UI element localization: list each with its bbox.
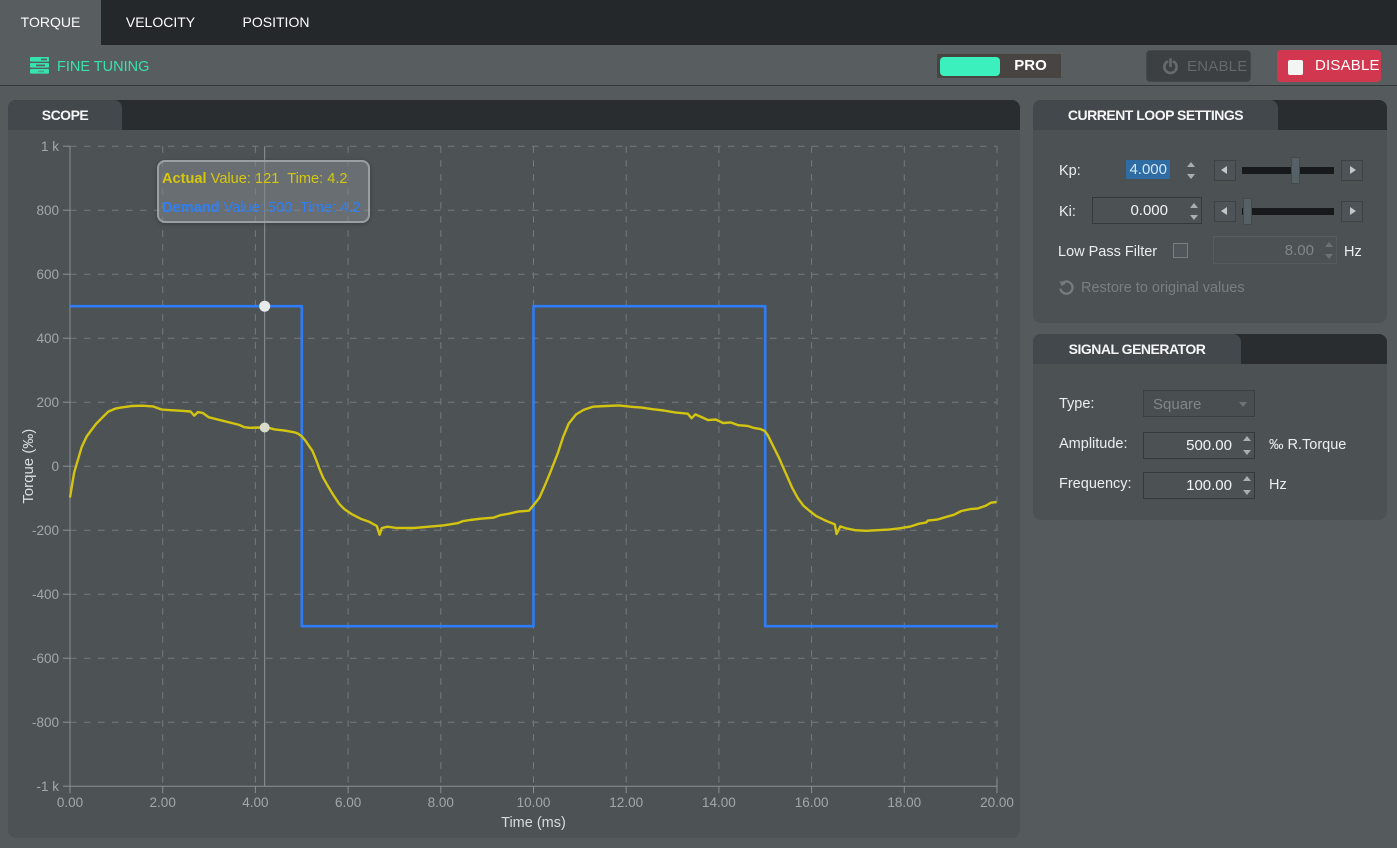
svg-text:800: 800 [36,203,59,218]
svg-text:8.00: 8.00 [428,795,454,810]
svg-text:0: 0 [51,459,59,474]
svg-text:6.00: 6.00 [335,795,361,810]
svg-text:10.00: 10.00 [517,795,551,810]
svg-text:-600: -600 [32,651,59,666]
svg-text:Torque (‰): Torque (‰) [20,429,37,504]
svg-text:-1 k: -1 k [36,779,59,794]
svg-text:0.00: 0.00 [57,795,83,810]
svg-text:200: 200 [36,395,59,410]
svg-text:Time (ms): Time (ms) [501,815,566,831]
svg-text:600: 600 [36,267,59,282]
svg-text:1 k: 1 k [41,139,59,154]
svg-text:20.00: 20.00 [980,795,1014,810]
svg-text:-800: -800 [32,715,59,730]
svg-text:-400: -400 [32,587,59,602]
svg-text:400: 400 [36,331,59,346]
svg-text:16.00: 16.00 [795,795,829,810]
svg-text:18.00: 18.00 [887,795,921,810]
svg-text:-200: -200 [32,523,59,538]
svg-text:12.00: 12.00 [609,795,643,810]
svg-text:14.00: 14.00 [702,795,736,810]
svg-text:4.00: 4.00 [242,795,268,810]
svg-text:2.00: 2.00 [150,795,176,810]
